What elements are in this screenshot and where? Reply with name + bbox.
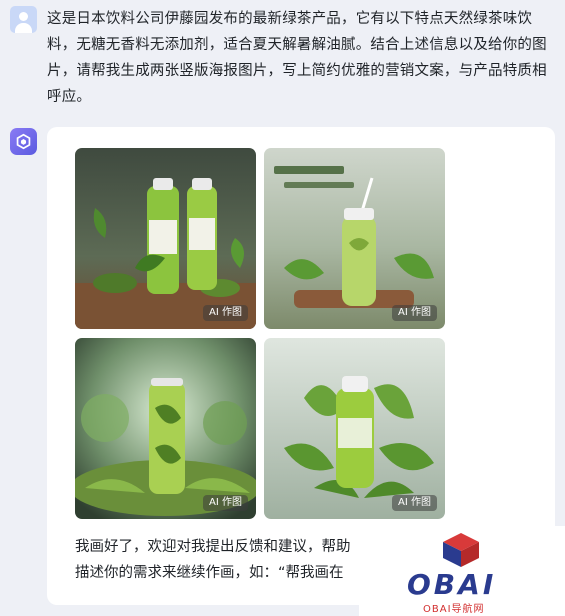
ai-badge: AI 作图 xyxy=(203,495,248,511)
generated-image-2[interactable]: AI 作图 xyxy=(264,148,445,329)
cube-logo-icon xyxy=(443,533,479,567)
bot-logo-icon xyxy=(10,128,37,155)
generated-image-3[interactable]: AI 作图 xyxy=(75,338,256,519)
watermark-word: OBAI xyxy=(407,568,497,601)
ai-badge: AI 作图 xyxy=(392,495,437,511)
generated-image-1[interactable]: AI 作图 xyxy=(75,148,256,329)
generated-image-4[interactable]: AI 作图 xyxy=(264,338,445,519)
watermark-subtitle: OBAI导航网 xyxy=(423,604,485,615)
ai-badge: AI 作图 xyxy=(392,305,437,321)
user-message: 这是日本饮料公司伊藤园发布的最新绿茶产品，它有以下特点天然绿茶味饮料，无糖无香料… xyxy=(47,11,547,105)
user-avatar xyxy=(10,6,37,33)
watermark: OBAI OBAI导航网 xyxy=(359,526,565,616)
ai-badge: AI 作图 xyxy=(203,305,248,321)
